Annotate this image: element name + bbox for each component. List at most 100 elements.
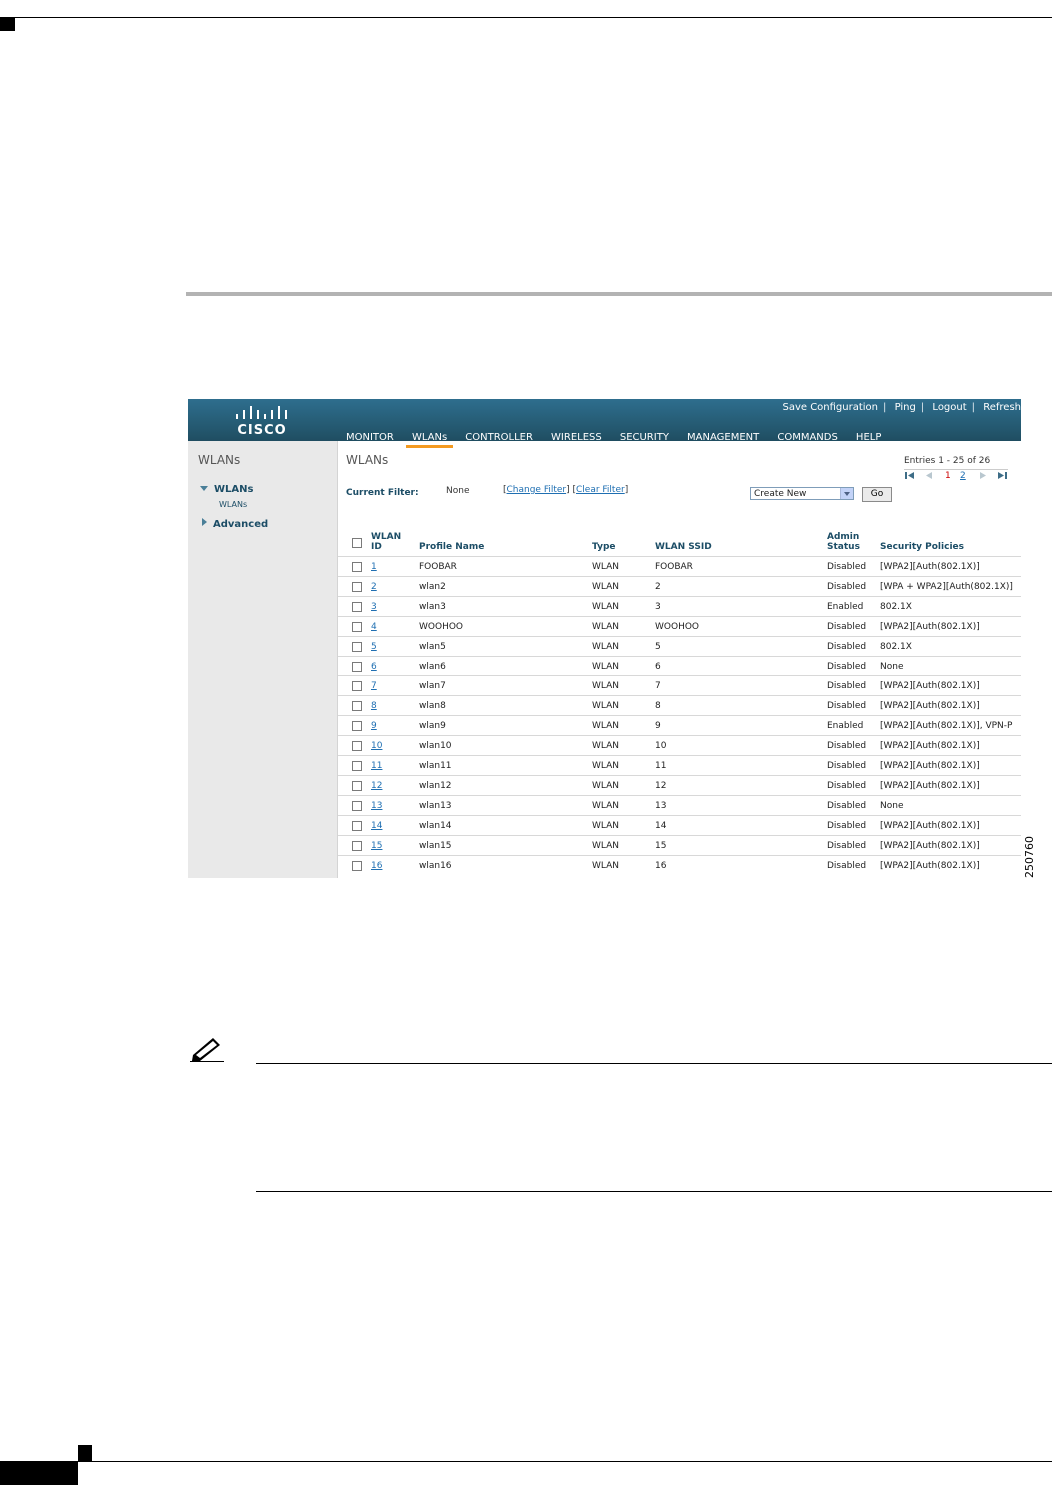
wlan-ssid: 3 xyxy=(655,601,661,612)
next-page-icon[interactable] xyxy=(978,471,988,483)
row-checkbox[interactable] xyxy=(352,661,362,672)
admin-status: Enabled xyxy=(827,601,864,612)
row-checkbox[interactable] xyxy=(352,601,362,612)
note-rule-bottom xyxy=(256,1191,1052,1192)
table-row: 12 wlan12 WLAN 12 Disabled [WPA2][Auth(802.1X… xyxy=(338,774,1021,796)
current-filter-label: Current Filter: xyxy=(346,488,419,498)
row-checkbox[interactable] xyxy=(352,701,362,712)
header-type[interactable]: Type xyxy=(592,542,615,552)
type: WLAN xyxy=(592,621,620,632)
ping-link[interactable]: Ping xyxy=(895,402,916,413)
wlan-id-link[interactable]: 15 xyxy=(371,841,382,851)
row-checkbox[interactable] xyxy=(352,741,362,752)
security-policies: [WPA2][Auth(802.1X)] xyxy=(880,761,980,771)
wlan-id-link[interactable]: 12 xyxy=(371,781,382,791)
row-checkbox[interactable] xyxy=(352,761,362,771)
table-row: 5 wlan5 WLAN 5 Disabled 802.1X xyxy=(338,635,1021,657)
wlan-id-link[interactable]: 1 xyxy=(371,562,377,572)
main-menu: MONITOR WLANs CONTROLLER WIRELESS SECURI… xyxy=(346,425,894,448)
wlan-id-link[interactable]: 2 xyxy=(371,582,377,592)
security-policies: [WPA2][Auth(802.1X)], VPN-P xyxy=(880,721,1013,732)
wlan-id-link[interactable]: 7 xyxy=(371,681,377,691)
row-checkbox[interactable] xyxy=(352,721,362,732)
wlan-id-link[interactable]: 11 xyxy=(371,761,382,771)
sidebar-title: WLANs xyxy=(198,453,241,467)
wlan-id-link[interactable]: 9 xyxy=(371,721,377,731)
header-wlan-id[interactable]: WLAN ID xyxy=(371,532,401,552)
security-policies: None xyxy=(880,661,904,672)
row-checkbox[interactable] xyxy=(352,681,362,692)
type: WLAN xyxy=(592,820,620,831)
go-button[interactable]: Go xyxy=(862,487,892,502)
row-checkbox[interactable] xyxy=(352,800,362,811)
table-row: 1 FOOBAR WLAN FOOBAR Disabled [WPA2][Auth(802… xyxy=(338,556,1021,577)
wlan-id-link[interactable]: 14 xyxy=(371,821,382,831)
admin-status: Disabled xyxy=(827,661,867,672)
admin-status: Disabled xyxy=(827,860,867,871)
admin-status: Disabled xyxy=(827,761,867,771)
table-row: 8 wlan8 WLAN 8 Disabled [WPA2][Auth(802.1X)] xyxy=(338,695,1021,716)
wlan-id-link[interactable]: 4 xyxy=(371,622,377,632)
security-policies: [WPA2][Auth(802.1X)] xyxy=(880,820,980,831)
wlan-ssid: 16 xyxy=(655,860,667,871)
row-checkbox[interactable] xyxy=(352,621,362,632)
wlan-id-link[interactable]: 16 xyxy=(371,861,382,871)
first-page-icon[interactable] xyxy=(904,471,916,483)
profile-name: wlan3 xyxy=(419,601,446,612)
header-profile-name[interactable]: Profile Name xyxy=(419,542,484,552)
wlan-id-link[interactable]: 8 xyxy=(371,701,377,711)
header-admin-status[interactable]: Admin Status xyxy=(827,532,860,552)
row-checkbox[interactable] xyxy=(352,581,362,592)
row-checkbox[interactable] xyxy=(352,641,362,652)
page-link-2[interactable]: 2 xyxy=(960,471,966,481)
table-row: 16 wlan16 WLAN 16 Disabled [WPA2][Auth(802.1X… xyxy=(338,854,1021,876)
action-select[interactable]: Create New xyxy=(750,487,854,500)
section-divider xyxy=(186,292,1052,296)
admin-status: Disabled xyxy=(827,840,867,851)
security-policies: [WPA2][Auth(802.1X)] xyxy=(880,562,980,572)
wlan-ssid: FOOBAR xyxy=(655,562,693,572)
header-wlan-ssid[interactable]: WLAN SSID xyxy=(655,542,712,552)
admin-status: Disabled xyxy=(827,581,867,592)
type: WLAN xyxy=(592,761,620,771)
security-policies: 802.1X xyxy=(880,641,912,652)
profile-name: wlan13 xyxy=(419,800,452,811)
sidebar-item-advanced[interactable]: Advanced xyxy=(200,518,268,530)
row-checkbox[interactable] xyxy=(352,860,362,871)
admin-status: Disabled xyxy=(827,562,867,572)
chevron-down-icon[interactable] xyxy=(840,488,853,499)
wlan-ssid: 5 xyxy=(655,641,661,652)
wlan-id-link[interactable]: 6 xyxy=(371,662,377,672)
security-policies: [WPA2][Auth(802.1X)] xyxy=(880,780,980,791)
change-filter-link[interactable]: Change Filter xyxy=(507,485,567,495)
save-configuration-link[interactable]: Save Configuration xyxy=(782,402,878,413)
wlan-ssid: 14 xyxy=(655,820,667,831)
clear-filter-link[interactable]: Clear Filter xyxy=(576,485,625,495)
last-page-icon[interactable] xyxy=(996,471,1008,483)
wlan-id-link[interactable]: 10 xyxy=(371,741,382,751)
action-select-value: Create New xyxy=(754,489,807,499)
row-checkbox[interactable] xyxy=(352,840,362,851)
page-link-current: 1 xyxy=(945,471,951,481)
page-title: WLANs xyxy=(346,453,389,467)
admin-status: Disabled xyxy=(827,701,867,712)
profile-name: wlan8 xyxy=(419,701,446,712)
utility-links: Save Configuration | Ping | Logout | Refres… xyxy=(782,402,1021,413)
profile-name: WOOHOO xyxy=(419,621,464,632)
select-all-checkbox[interactable] xyxy=(352,538,362,548)
logout-link[interactable]: Logout xyxy=(932,402,966,413)
header-security-policies[interactable]: Security Policies xyxy=(880,542,964,552)
figure-number: 250760 xyxy=(1023,836,1036,878)
wlan-id-link[interactable]: 13 xyxy=(371,801,382,811)
row-checkbox[interactable] xyxy=(352,562,362,572)
prev-page-icon[interactable] xyxy=(924,471,934,483)
refresh-link[interactable]: Refresh xyxy=(983,402,1021,413)
row-checkbox[interactable] xyxy=(352,820,362,831)
row-checkbox[interactable] xyxy=(352,780,362,791)
admin-status: Disabled xyxy=(827,681,867,692)
sidebar-item-wlans[interactable]: WLANs xyxy=(200,484,253,495)
type: WLAN xyxy=(592,641,620,652)
sidebar-subitem-wlans[interactable]: WLANs xyxy=(219,500,247,509)
wlan-id-link[interactable]: 5 xyxy=(371,642,377,652)
wlan-id-link[interactable]: 3 xyxy=(371,602,377,612)
